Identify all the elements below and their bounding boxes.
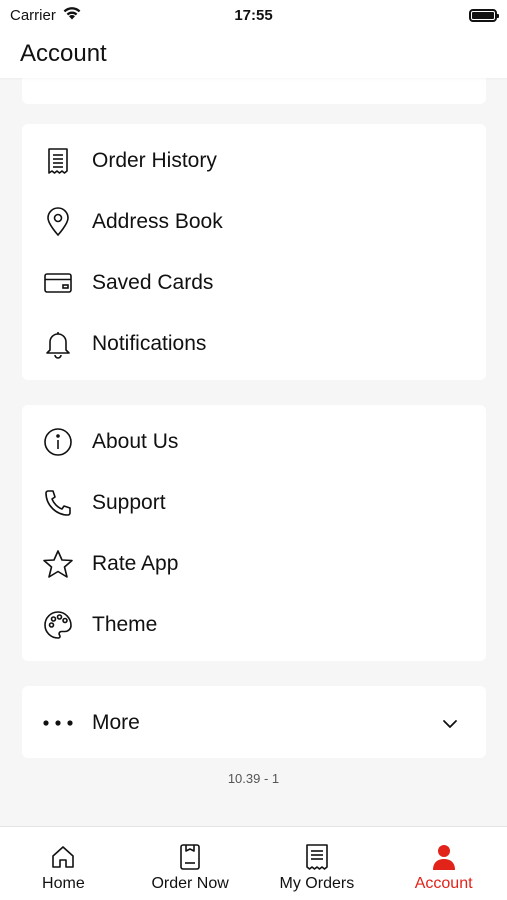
tab-home[interactable]: Home: [0, 827, 127, 900]
status-right: [337, 8, 499, 22]
receipt-icon: [42, 145, 74, 177]
page-title: Account: [20, 40, 107, 67]
menu-item-rate-app[interactable]: Rate App: [22, 533, 486, 594]
tab-label: Account: [414, 875, 473, 892]
menu-item-address-book[interactable]: Address Book: [22, 191, 486, 252]
menu-item-notifications[interactable]: Notifications: [22, 313, 486, 374]
menu-item-about-us[interactable]: About Us: [22, 411, 486, 472]
star-icon: [42, 548, 74, 580]
tab-label: Home: [42, 875, 85, 892]
account-scroll-area[interactable]: Order History Address Book Saved Cards N…: [0, 78, 507, 826]
menu-item-label: Theme: [92, 612, 158, 636]
bottom-tab-bar: Home Order Now My Orders Account: [0, 826, 507, 900]
phone-icon: [42, 487, 74, 519]
more-label: More: [92, 710, 140, 734]
menu-item-label: Notifications: [92, 331, 207, 355]
menu-item-label: About Us: [92, 429, 179, 453]
wifi-icon: [62, 6, 82, 24]
tab-account[interactable]: Account: [380, 827, 507, 900]
menu-item-label: Rate App: [92, 551, 179, 575]
home-icon: [49, 843, 77, 871]
info-icon: [42, 426, 74, 458]
status-bar: Carrier 17:55: [0, 0, 507, 30]
menu-item-support[interactable]: Support: [22, 472, 486, 533]
palette-icon: [42, 609, 74, 641]
bell-icon: [42, 328, 74, 360]
app-version: 10.39 - 1: [227, 771, 280, 786]
more-card: More: [22, 686, 486, 758]
status-time: 17:55: [234, 6, 273, 24]
info-menu-card: About Us Support Rate App Theme: [22, 405, 486, 661]
tab-label: Order Now: [151, 875, 229, 892]
battery-icon: [469, 8, 499, 22]
chevron-down-icon: [440, 714, 460, 734]
more-toggle[interactable]: More: [22, 692, 486, 753]
status-left: Carrier: [10, 6, 170, 24]
menu-item-order-history[interactable]: Order History: [22, 130, 486, 191]
tab-label: My Orders: [279, 875, 355, 892]
menu-item-saved-cards[interactable]: Saved Cards: [22, 252, 486, 313]
menu-item-label: Saved Cards: [92, 270, 214, 294]
location-pin-icon: [42, 206, 74, 238]
credit-card-icon: [42, 267, 74, 299]
tab-order-now[interactable]: Order Now: [127, 827, 254, 900]
menu-item-label: Order History: [92, 148, 217, 172]
profile-card[interactable]: [22, 78, 486, 104]
menu-item-label: Address Book: [92, 209, 223, 233]
menu-item-theme[interactable]: Theme: [22, 594, 486, 655]
more-dots-icon: [42, 707, 74, 739]
app-header: Account: [0, 30, 507, 78]
order-now-icon: [176, 843, 204, 871]
menu-item-label: Support: [92, 490, 166, 514]
tab-my-orders[interactable]: My Orders: [254, 827, 381, 900]
orders-list-icon: [303, 843, 331, 871]
person-icon: [430, 843, 458, 871]
account-menu-card: Order History Address Book Saved Cards N…: [22, 124, 486, 380]
carrier-label: Carrier: [10, 6, 56, 24]
